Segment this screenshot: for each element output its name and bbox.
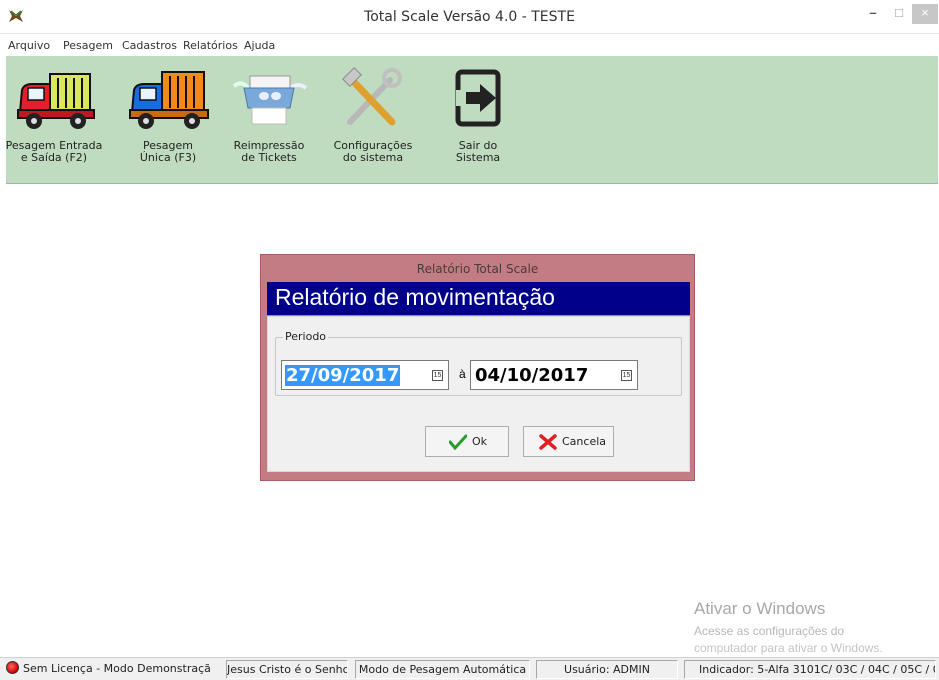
dialog-title: Relatório Total Scale	[416, 262, 539, 276]
date-to-value: 04/10/2017	[475, 365, 589, 386]
menu-pesagem[interactable]: Pesagem	[63, 39, 113, 52]
menu-ajuda[interactable]: Ajuda	[244, 39, 275, 52]
date-separator: à	[459, 367, 466, 381]
cancel-label: Cancela	[562, 435, 607, 448]
license-status-icon	[6, 661, 19, 674]
tool-label: Configurações do sistema	[322, 140, 424, 164]
status-indicator: Indicador: 5-Alfa 3101C/ 03C / 04C / 05C…	[684, 660, 936, 679]
status-user: Usuário: ADMIN	[536, 660, 678, 679]
menu-cadastros[interactable]: Cadastros	[122, 39, 177, 52]
status-mode: Modo de Pesagem Automática	[355, 660, 530, 679]
dialog-header-text: Relatório de movimentação	[275, 284, 555, 310]
window-title: Total Scale Versão 4.0 - TESTE	[364, 9, 575, 25]
tool-label: Pesagem Única (F3)	[112, 140, 224, 164]
watermark-title: Ativar o Windows	[694, 599, 826, 618]
tool-label-line2: Sistema	[455, 151, 501, 164]
close-button[interactable]: ×	[912, 4, 938, 24]
dialog-header: Relatório de movimentação	[267, 282, 690, 315]
tool-label-line2: Única (F3)	[139, 151, 197, 164]
status-message: Jesus Cristo é o Senhor	[226, 660, 348, 679]
red-x-icon	[539, 434, 557, 450]
date-to-field[interactable]: 04/10/2017 15	[470, 360, 638, 390]
status-bar: Sem Licença - Modo Demonstração Jesus Cr…	[0, 657, 939, 680]
tool-label-line2: do sistema	[342, 151, 404, 164]
main-window: Total Scale Versão 4.0 - TESTE – □ × Arq…	[0, 0, 939, 680]
dialog-body: Periodo 27/09/2017 15 à 04/10/2017 15 Ok	[267, 316, 690, 472]
tool-label: Pesagem Entrada e Saída (F2)	[0, 140, 110, 164]
tool-label-line2: e Saída (F2)	[20, 151, 88, 164]
minimize-button[interactable]: –	[860, 4, 886, 24]
tool-pesagem-unica[interactable]: Pesagem Única (F3)	[122, 56, 214, 184]
ok-button[interactable]: Ok	[425, 426, 509, 457]
date-from-field[interactable]: 27/09/2017 15	[281, 360, 449, 390]
tool-label-line2: de Tickets	[241, 151, 297, 164]
status-license-text: Sem Licença - Modo Demonstração	[23, 662, 210, 675]
ok-label: Ok	[472, 435, 488, 448]
period-label: Periodo	[283, 330, 329, 343]
tool-label: Reimpressão de Tickets	[218, 140, 320, 164]
watermark-line1: Acesse as configurações do	[694, 624, 845, 638]
period-group: Periodo 27/09/2017 15 à 04/10/2017 15	[275, 330, 682, 396]
exit-icon	[455, 69, 501, 127]
printer-icon	[232, 75, 308, 125]
calendar-icon[interactable]: 15	[432, 370, 443, 381]
menu-relatorios[interactable]: Relatórios	[183, 39, 238, 52]
tools-icon	[342, 67, 402, 126]
status-license: Sem Licença - Modo Demonstração	[6, 660, 210, 679]
tool-pesagem-entrada-saida[interactable]: Pesagem Entrada e Saída (F2)	[6, 56, 102, 184]
tool-reimpressao-tickets[interactable]: Reimpressão de Tickets	[228, 56, 310, 184]
menu-bar: Arquivo Pesagem Cadastros Relatórios Aju…	[0, 37, 939, 56]
menu-arquivo[interactable]: Arquivo	[8, 39, 50, 52]
toolbar: Pesagem Entrada e Saída (F2) Pesagem Úni…	[6, 56, 938, 184]
red-truck-icon	[17, 73, 95, 129]
tool-label: Sair do Sistema	[432, 140, 524, 164]
date-from-value: 27/09/2017	[285, 365, 401, 386]
maximize-button[interactable]: □	[886, 4, 912, 24]
report-dialog: Relatório Total Scale Relatório de movim…	[260, 254, 695, 481]
tool-configuracoes[interactable]: Configurações do sistema	[332, 56, 414, 184]
calendar-icon[interactable]: 15	[621, 370, 632, 381]
blue-truck-icon	[129, 71, 209, 129]
tool-sair-sistema[interactable]: Sair do Sistema	[442, 56, 514, 184]
checkmark-icon	[449, 434, 467, 450]
title-bar: Total Scale Versão 4.0 - TESTE – □ ×	[0, 0, 939, 34]
cancel-button[interactable]: Cancela	[523, 426, 614, 457]
watermark-line2: computador para ativar o Windows.	[694, 641, 883, 655]
